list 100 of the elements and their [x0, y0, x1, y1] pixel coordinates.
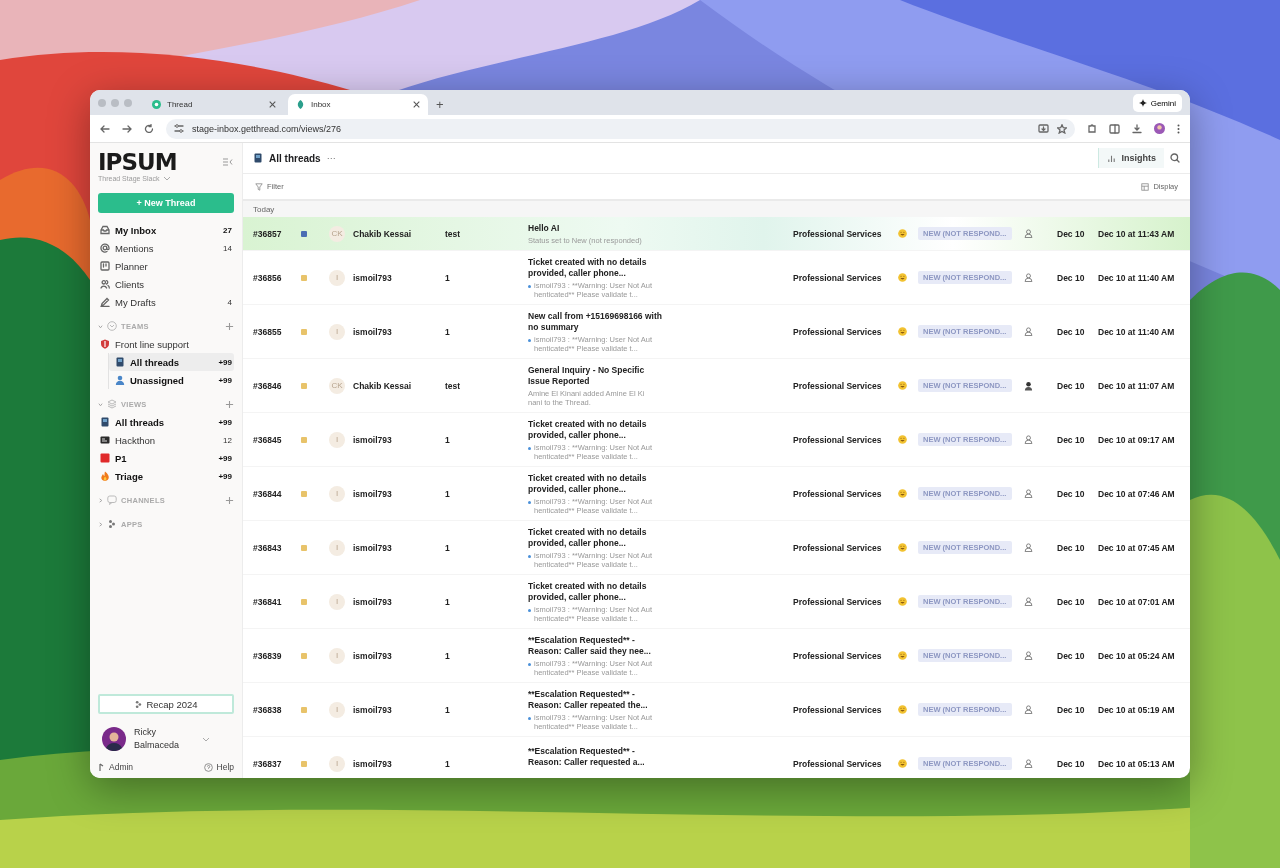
- category: Professional Services: [793, 380, 883, 391]
- star-icon[interactable]: [1057, 123, 1067, 134]
- requester-name: Chakib Kessai: [353, 380, 413, 391]
- unassigned-icon[interactable]: [1024, 273, 1033, 282]
- timestamp: Dec 10 at 09:17 AM: [1098, 434, 1176, 445]
- chevron-right-icon: [98, 497, 103, 503]
- browser-tab[interactable]: Inbox: [288, 94, 428, 115]
- profile-avatar-icon[interactable]: [1154, 123, 1165, 134]
- thread-subject: **Escalation Requested** - Reason: Caller requested a...: [528, 745, 646, 768]
- date: Dec 10: [1057, 228, 1086, 239]
- close-icon[interactable]: [413, 101, 420, 108]
- thread-subject: **Escalation Requested** - Reason: Caller repeated the...: [528, 688, 649, 711]
- sidebar-item[interactable]: Triage +99: [98, 467, 234, 485]
- new-tab-button[interactable]: +: [432, 94, 448, 115]
- thread-subject: Hello AI: [528, 222, 561, 234]
- chevron-down-icon: [98, 323, 103, 329]
- smiley-icon: [898, 435, 907, 444]
- date: Dec 10: [1057, 434, 1086, 445]
- user-name[interactable]: Ricky Balmaceda: [134, 726, 194, 752]
- close-icon[interactable]: [269, 101, 276, 108]
- sidebar-item[interactable]: Hackthon 12: [98, 431, 234, 449]
- table-cell-text: 1: [445, 596, 451, 607]
- unassigned-icon[interactable]: [1024, 327, 1033, 336]
- download-icon[interactable]: [1132, 123, 1142, 134]
- browser-tab[interactable]: Thread: [144, 94, 284, 115]
- chat-bubble-icon: [107, 495, 117, 505]
- search-icon[interactable]: [1170, 153, 1180, 163]
- unassigned-icon[interactable]: [1024, 489, 1033, 498]
- forward-icon[interactable]: [122, 123, 132, 134]
- smiley-icon: [898, 489, 907, 498]
- menu-icon[interactable]: [1177, 123, 1180, 134]
- recap-button[interactable]: Recap 2024: [98, 694, 234, 714]
- sidebar-item[interactable]: My Drafts 4: [98, 293, 234, 311]
- sidebar-item[interactable]: Clients: [98, 275, 234, 293]
- apps-icon: [107, 519, 117, 529]
- address-bar[interactable]: stage-inbox.getthread.com/views/276: [166, 118, 1075, 139]
- reload-icon[interactable]: [144, 123, 154, 134]
- unassigned-icon[interactable]: [1024, 229, 1033, 238]
- date: Dec 10: [1057, 596, 1086, 607]
- thread-subject: General Inquiry - No Specific Issue Reported: [528, 364, 646, 387]
- sidebar-item[interactable]: My Inbox 27: [98, 221, 234, 239]
- chevron-right-icon: [98, 521, 103, 527]
- category: Professional Services: [793, 272, 883, 283]
- help-link[interactable]: Help: [203, 762, 234, 772]
- sidebar-item[interactable]: P1 +99: [98, 449, 234, 467]
- inbox-icon: [100, 225, 110, 235]
- category: Professional Services: [793, 704, 883, 715]
- avatar-icon[interactable]: [102, 727, 126, 751]
- gemini-button[interactable]: Gemini: [1132, 94, 1182, 112]
- ticket-id: #36846: [252, 380, 283, 391]
- unassigned-icon[interactable]: [1024, 543, 1033, 552]
- chevron-down-icon: [163, 176, 172, 181]
- insights-button[interactable]: Insights: [1098, 148, 1164, 168]
- table-cell-text: test: [445, 380, 462, 391]
- unassigned-icon[interactable]: [1024, 597, 1033, 606]
- sidebar-item[interactable]: Mentions 14: [98, 239, 234, 257]
- category: Professional Services: [793, 434, 883, 445]
- group-header: Today: [243, 201, 1190, 217]
- book-icon: [100, 417, 110, 427]
- sidebar-item[interactable]: All threads +99: [98, 413, 234, 431]
- timestamp: Dec 10 at 07:46 AM: [1098, 488, 1176, 499]
- thread-subject: Ticket created with no details provided, caller phone...: [528, 472, 648, 495]
- timestamp: Dec 10 at 05:19 AM: [1098, 704, 1176, 715]
- table-cell-text: 1: [445, 650, 451, 661]
- sidebar-item[interactable]: Unassigned +99: [109, 371, 234, 389]
- timestamp: Dec 10 at 11:43 AM: [1098, 228, 1176, 239]
- bar-chart-icon: [1107, 153, 1117, 163]
- sidebar-item[interactable]: Front line support: [98, 335, 234, 353]
- admin-link[interactable]: Admin: [98, 762, 134, 772]
- ticket-id: #36843: [252, 542, 283, 553]
- unassigned-icon[interactable]: [1024, 651, 1033, 660]
- table-icon: [1141, 182, 1150, 191]
- plus-icon[interactable]: [225, 495, 234, 505]
- assignee-avatar-icon[interactable]: [1024, 380, 1033, 391]
- unassigned-icon[interactable]: [1024, 705, 1033, 714]
- timestamp: Dec 10 at 05:24 AM: [1098, 650, 1176, 661]
- unassigned-icon[interactable]: [1024, 759, 1033, 768]
- thread-subject: Ticket created with no details provided, caller phone...: [528, 526, 648, 549]
- ticket-id: #36841: [252, 596, 283, 607]
- person-icon: [115, 375, 125, 385]
- sidebar-item[interactable]: Planner: [98, 257, 234, 275]
- ticket-id: #36844: [252, 488, 283, 499]
- plus-icon[interactable]: [225, 399, 234, 409]
- smiley-icon: [898, 759, 907, 768]
- sidebar-item[interactable]: All threads +99: [109, 353, 234, 371]
- plus-icon[interactable]: [225, 321, 234, 331]
- chevron-down-icon: [98, 401, 103, 407]
- requester-name: ismoil793: [353, 758, 393, 769]
- more-button[interactable]: ···: [326, 153, 336, 163]
- timestamp: Dec 10 at 05:13 AM: [1098, 758, 1176, 769]
- date: Dec 10: [1057, 326, 1086, 337]
- install-icon[interactable]: [1038, 123, 1049, 134]
- category: Professional Services: [793, 596, 883, 607]
- back-icon[interactable]: [100, 123, 110, 134]
- unassigned-icon[interactable]: [1024, 435, 1033, 444]
- apps-icon: [134, 699, 144, 709]
- split-view-icon[interactable]: [1109, 123, 1120, 134]
- shield-icon: [100, 339, 110, 349]
- avatar: CK: [329, 225, 345, 242]
- table-cell-text: 1: [445, 272, 451, 283]
